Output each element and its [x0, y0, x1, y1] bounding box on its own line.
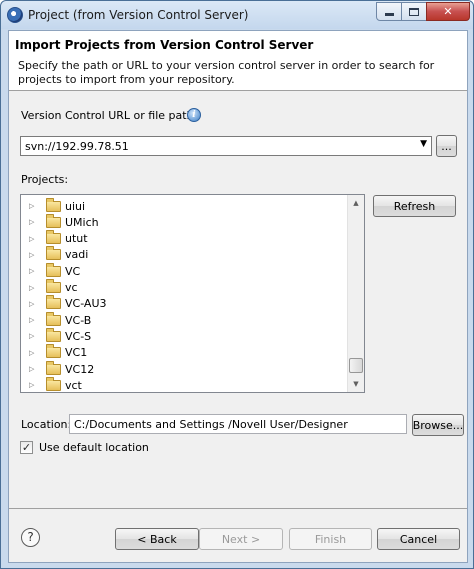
tree-item-label: vadi [65, 248, 89, 262]
location-value: C:/Documents and Settings /Novell User/D… [74, 418, 348, 431]
tree-item[interactable]: ▷ VC1 [21, 344, 347, 361]
default-location-checkbox[interactable]: ✓ [20, 441, 33, 454]
tree-item-label: UMich [65, 215, 99, 229]
folder-icon [46, 311, 61, 326]
expand-arrow-icon[interactable]: ▷ [29, 235, 37, 243]
tree-item-label: VC-AU3 [65, 297, 107, 311]
folder-icon [46, 344, 61, 359]
url-combo-value: svn://192.99.78.51 [25, 140, 129, 153]
minimize-button[interactable] [376, 2, 402, 21]
location-input[interactable]: C:/Documents and Settings /Novell User/D… [69, 414, 407, 434]
expand-arrow-icon[interactable]: ▷ [29, 332, 37, 340]
help-icon[interactable]: ? [21, 528, 40, 547]
expand-arrow-icon[interactable]: ▷ [29, 218, 37, 226]
tree-item[interactable]: ▷ vct [21, 376, 347, 392]
dialog-window: Project (from Version Control Server) ✕ … [0, 0, 474, 569]
wizard-header: Import Projects from Version Control Ser… [9, 31, 467, 91]
expand-arrow-icon[interactable]: ▷ [29, 316, 37, 324]
tree-item-label: VC1 [65, 346, 88, 360]
folder-icon [46, 327, 61, 342]
tree-item[interactable]: ▷ VC [21, 262, 347, 279]
folder-icon [46, 262, 61, 277]
close-button[interactable]: ✕ [426, 2, 470, 21]
eclipse-icon [7, 7, 23, 23]
tree-item-label: VC-S [65, 329, 92, 343]
back-button[interactable]: < Back [115, 528, 199, 550]
tree-scrollbar[interactable]: ▲ ▼ [347, 195, 364, 392]
tree-item[interactable]: ▷ UMich [21, 213, 347, 230]
minimize-icon [384, 13, 394, 16]
tree-item-label: utut [65, 232, 88, 246]
info-icon[interactable]: i [187, 108, 201, 122]
tree-item[interactable]: ▷ VC-AU3 [21, 295, 347, 312]
folder-icon [46, 376, 61, 391]
tree-item[interactable]: ▷ VC-B [21, 311, 347, 328]
folder-icon [46, 213, 61, 228]
title-bar: Project (from Version Control Server) ✕ [1, 1, 473, 29]
refresh-button[interactable]: Refresh [373, 195, 456, 217]
folder-icon [46, 295, 61, 310]
page-description: Specify the path or URL to your version … [18, 59, 435, 86]
close-icon: ✕ [443, 5, 453, 18]
tree-item[interactable]: ▷ vc [21, 279, 347, 296]
footer-divider [9, 508, 467, 509]
dropdown-arrow-icon[interactable]: ▼ [420, 139, 427, 149]
tree-item[interactable]: ▷ VC12 [21, 360, 347, 377]
checkmark-icon: ✓ [21, 441, 32, 454]
finish-button[interactable]: Finish [289, 528, 372, 550]
maximize-icon [409, 7, 419, 16]
page-title: Import Projects from Version Control Ser… [15, 38, 314, 52]
projects-label: Projects: [21, 173, 69, 186]
tree-item-label: VC [65, 264, 81, 278]
tree-item[interactable]: ▷ uiui [21, 197, 347, 214]
tree-item[interactable]: ▷ vadi [21, 246, 347, 263]
expand-arrow-icon[interactable]: ▷ [29, 202, 37, 210]
cancel-button[interactable]: Cancel [377, 528, 460, 550]
tree-item-label: vc [65, 281, 78, 294]
folder-icon [46, 230, 61, 245]
tree-item[interactable]: ▷ utut [21, 230, 347, 247]
expand-arrow-icon[interactable]: ▷ [29, 349, 37, 357]
location-browse-button[interactable]: Browse... [412, 414, 464, 436]
url-browse-button[interactable]: ... [436, 135, 457, 157]
folder-icon [46, 246, 61, 261]
expand-arrow-icon[interactable]: ▷ [29, 251, 37, 259]
tree-item-label: VC-B [65, 313, 92, 327]
expand-arrow-icon[interactable]: ▷ [29, 267, 37, 275]
maximize-button[interactable] [401, 2, 427, 21]
tree-item-label: VC12 [65, 362, 95, 376]
expand-arrow-icon[interactable]: ▷ [29, 284, 37, 292]
expand-arrow-icon[interactable]: ▷ [29, 300, 37, 308]
scroll-down-icon[interactable]: ▼ [348, 376, 364, 392]
tree-item[interactable]: ▷ VC-S [21, 327, 347, 344]
next-button[interactable]: Next > [199, 528, 283, 550]
folder-icon [46, 197, 61, 212]
default-location-label: Use default location [39, 441, 149, 454]
url-label: Version Control URL or file path: [21, 109, 198, 122]
window-title: Project (from Version Control Server) [28, 8, 249, 22]
tree-item-label: vct [65, 378, 82, 392]
url-combo[interactable]: svn://192.99.78.51 ▼ [20, 136, 432, 156]
folder-icon [46, 360, 61, 375]
scroll-thumb[interactable] [349, 358, 363, 373]
folder-icon [46, 279, 61, 293]
expand-arrow-icon[interactable]: ▷ [29, 365, 37, 373]
tree-item-label: uiui [65, 199, 86, 213]
projects-tree[interactable]: ▷ uiui ▷ UMich ▷ utut ▷ vadi ▷ VC ▷ vc ▷ VC-AU3 ▷ VC-B ▷… [20, 194, 365, 393]
dialog-body: Import Projects from Version Control Ser… [8, 30, 468, 563]
location-label: Location: [21, 418, 72, 431]
scroll-up-icon[interactable]: ▲ [348, 195, 364, 211]
expand-arrow-icon[interactable]: ▷ [29, 381, 37, 389]
